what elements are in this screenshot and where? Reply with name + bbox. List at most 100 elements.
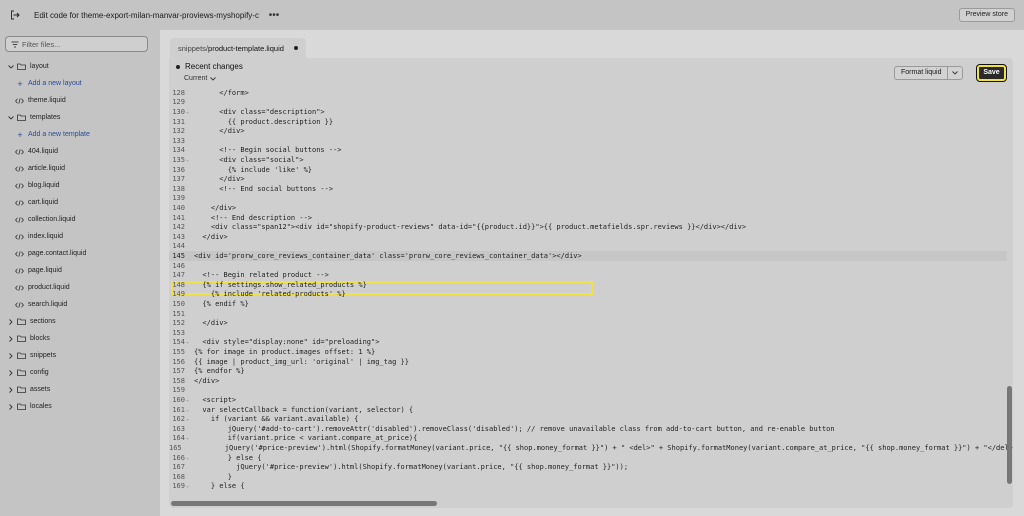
- file-item[interactable]: search.liquid: [0, 296, 160, 313]
- code-line[interactable]: 132 </div>: [169, 126, 1007, 136]
- file-item[interactable]: theme.liquid: [0, 92, 160, 109]
- code-line[interactable]: 167 jQuery('#price-preview').html(Shopif…: [169, 462, 1007, 472]
- code-line[interactable]: 136 {% include 'like' %}: [169, 165, 1007, 175]
- code-line[interactable]: 137 </div>: [169, 174, 1007, 184]
- fold-chevron-icon[interactable]: ⌄: [186, 109, 194, 115]
- recent-changes-label: Recent changes: [185, 62, 243, 71]
- code-line[interactable]: 165 jQuery('#price-preview').html(Shopif…: [169, 443, 1013, 453]
- code-line[interactable]: 158 </div>: [169, 376, 1007, 386]
- code-line[interactable]: 135 ⌄ <div class="social">: [169, 155, 1007, 165]
- file-item[interactable]: 404.liquid: [0, 143, 160, 160]
- folder-label: config: [30, 369, 49, 376]
- code-line[interactable]: 161 ⌄ var selectCallback = function(varia…: [169, 405, 1007, 415]
- file-item[interactable]: blog.liquid: [0, 177, 160, 194]
- code-line[interactable]: 134 <!-- Begin social buttons -->: [169, 146, 1007, 156]
- folder-layout[interactable]: layout: [0, 58, 160, 75]
- horizontal-scrollbar[interactable]: [171, 501, 437, 506]
- code-line[interactable]: 138 <!-- End social buttons -->: [169, 184, 1007, 194]
- format-options-button[interactable]: [948, 67, 962, 79]
- code-line[interactable]: 156 {{ image | product_img_url: 'original…: [169, 357, 1007, 367]
- code-line[interactable]: 131 {{ product.description }}: [169, 117, 1007, 127]
- code-editor[interactable]: 128 </form> 129 130 ⌄ <div class="descripti…: [169, 88, 1013, 496]
- fold-chevron-icon[interactable]: ⌄: [186, 407, 194, 413]
- code-line[interactable]: 144: [169, 242, 1007, 252]
- line-number: 128: [172, 88, 185, 97]
- code-line[interactable]: 169 ⌄ } else {: [169, 482, 1007, 492]
- tab-product-template[interactable]: snippets/ product-template.liquid: [170, 38, 306, 58]
- fold-chevron-icon[interactable]: ⌄: [186, 416, 194, 422]
- folder-label: layout: [30, 63, 49, 70]
- file-label: theme.liquid: [28, 97, 66, 104]
- file-item[interactable]: collection.liquid: [0, 211, 160, 228]
- line-number: 153: [172, 328, 185, 337]
- code-line[interactable]: 130 ⌄ <div class="description">: [169, 107, 1007, 117]
- filter-files-input[interactable]: [22, 39, 132, 49]
- exit-button[interactable]: [0, 0, 30, 30]
- save-button[interactable]: Save: [977, 65, 1006, 81]
- line-text: </div>: [194, 232, 228, 241]
- file-item[interactable]: article.liquid: [0, 160, 160, 177]
- code-line[interactable]: 149 {% include 'related-products' %}: [169, 290, 1007, 300]
- code-line[interactable]: 129: [169, 98, 1007, 108]
- add-new-item-link[interactable]: + Add a new layout: [0, 75, 160, 92]
- line-number: 137: [172, 175, 185, 184]
- code-line[interactable]: 162 ⌄ if (variant && variant.available) {: [169, 414, 1007, 424]
- file-item[interactable]: index.liquid: [0, 228, 160, 245]
- fold-chevron-icon[interactable]: ⌄: [186, 455, 194, 461]
- folder-config[interactable]: config: [0, 364, 160, 381]
- preview-store-button[interactable]: Preview store: [958, 8, 1015, 22]
- vertical-scrollbar[interactable]: [1007, 386, 1012, 484]
- file-item[interactable]: product.liquid: [0, 279, 160, 296]
- file-label: 404.liquid: [28, 148, 58, 155]
- fold-chevron-icon[interactable]: ⌄: [186, 397, 194, 403]
- file-item[interactable]: cart.liquid: [0, 194, 160, 211]
- fold-chevron-icon[interactable]: ⌄: [186, 339, 194, 345]
- code-line[interactable]: 139: [169, 194, 1007, 204]
- folder-icon: [16, 369, 26, 376]
- line-text: {% for image in product.images offset: 1…: [194, 347, 376, 356]
- editor-area: snippets/ product-template.liquid Recent…: [160, 30, 1024, 516]
- more-actions-button[interactable]: •••: [267, 8, 281, 22]
- folder-sections[interactable]: sections: [0, 313, 160, 330]
- fold-chevron-icon[interactable]: ⌄: [186, 157, 194, 163]
- code-line[interactable]: 154 ⌄ <div style="display:none" id="prelo…: [169, 338, 1007, 348]
- code-line[interactable]: 128 </form>: [169, 88, 1007, 98]
- code-line[interactable]: 150 {% endif %}: [169, 299, 1007, 309]
- chevron-down-icon: [952, 71, 959, 75]
- file-item[interactable]: page.contact.liquid: [0, 245, 160, 262]
- file-item[interactable]: page.liquid: [0, 262, 160, 279]
- code-file-icon: [14, 250, 24, 257]
- folder-locales[interactable]: locales: [0, 398, 160, 415]
- code-line[interactable]: 143 </div>: [169, 232, 1007, 242]
- code-line[interactable]: 168 }: [169, 472, 1007, 482]
- code-line[interactable]: 145 <div id='prorw_core_reviews_container…: [169, 251, 1007, 261]
- code-line[interactable]: 160 ⌄ <script>: [169, 395, 1007, 405]
- code-line[interactable]: 159: [169, 386, 1007, 396]
- fold-chevron-icon[interactable]: ⌄: [186, 435, 194, 441]
- version-dropdown[interactable]: Current: [184, 75, 217, 82]
- code-line[interactable]: 164 ⌄ if(variant.price < variant.compare_…: [169, 434, 1007, 444]
- code-line[interactable]: 140 </div>: [169, 203, 1007, 213]
- fold-chevron-icon[interactable]: ⌄: [186, 483, 194, 489]
- code-line[interactable]: 157 {% endfor %}: [169, 366, 1007, 376]
- code-line[interactable]: 141 <!-- End description -->: [169, 213, 1007, 223]
- folder-blocks[interactable]: blocks: [0, 330, 160, 347]
- code-line[interactable]: 133: [169, 136, 1007, 146]
- code-line[interactable]: 155 {% for image in product.images offset…: [169, 347, 1007, 357]
- folder-assets[interactable]: assets: [0, 381, 160, 398]
- code-line[interactable]: 146: [169, 261, 1007, 271]
- code-line[interactable]: 147 <!-- Begin related product -->: [169, 270, 1007, 280]
- code-line[interactable]: 163 jQuery('#add-to-cart').removeAttr('d…: [169, 424, 1007, 434]
- folder-snippets[interactable]: snippets: [0, 347, 160, 364]
- filter-files-box[interactable]: [5, 36, 148, 52]
- code-line[interactable]: 142 <div class="span12"><div id="shopify…: [169, 222, 1007, 232]
- add-new-item-link[interactable]: + Add a new template: [0, 126, 160, 143]
- folder-templates[interactable]: templates: [0, 109, 160, 126]
- code-line[interactable]: 152 </div>: [169, 318, 1007, 328]
- code-line[interactable]: 148 {% if settings.show_related_products…: [169, 280, 1007, 290]
- code-line[interactable]: 151: [169, 309, 1007, 319]
- code-line[interactable]: 166 ⌄ } else {: [169, 453, 1007, 463]
- line-number: 140: [172, 203, 185, 212]
- code-line[interactable]: 153: [169, 328, 1007, 338]
- format-liquid-button[interactable]: Format liquid: [895, 67, 949, 79]
